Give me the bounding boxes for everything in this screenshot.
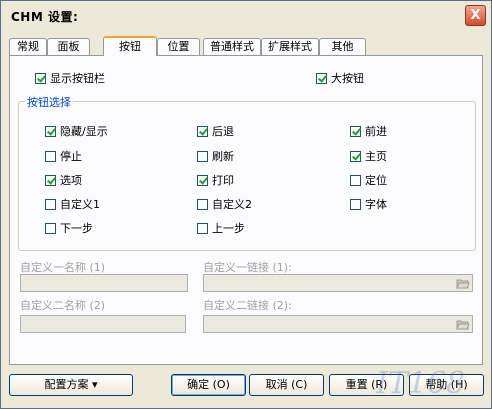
buttons-panel: 显示按钮栏 大按钮 按钮选择 隐藏/显示 后退 前进 停止 刷新 主页 选项 打… <box>9 55 483 365</box>
checkbox-empty-icon <box>45 198 56 210</box>
checkbox-checked-icon <box>316 72 327 84</box>
custom1-link-label: 自定义一链接 (1): <box>203 261 292 274</box>
btn-options-checkbox[interactable]: 选项 <box>45 173 82 187</box>
settings-dialog: CHM 设置: X 常规 面板 按钮 位置 普通样式 扩展样式 其他 显示按钮栏… <box>0 0 492 409</box>
ok-button[interactable]: 确定 (O) <box>171 374 246 396</box>
checkbox-empty-icon <box>45 222 56 234</box>
button-selection-group: 按钮选择 隐藏/显示 后退 前进 停止 刷新 主页 选项 打印 定位 自定义1 … <box>18 94 476 251</box>
btn-home-checkbox[interactable]: 主页 <box>350 149 387 163</box>
help-button[interactable]: 帮助 (H) <box>409 374 484 396</box>
checkbox-checked-icon <box>350 125 361 137</box>
btn-print-checkbox[interactable]: 打印 <box>197 173 234 187</box>
checkbox-label: 定位 <box>365 174 387 187</box>
btn-custom2-checkbox[interactable]: 自定义2 <box>197 197 252 211</box>
checkbox-label: 后退 <box>212 125 234 138</box>
show-toolbar-label: 显示按钮栏 <box>50 72 105 85</box>
checkbox-empty-icon <box>350 174 361 186</box>
btn-next-checkbox[interactable]: 下一步 <box>45 221 93 235</box>
reset-button[interactable]: 重置 (R) <box>329 374 404 396</box>
custom2-name-field[interactable] <box>20 315 186 333</box>
tab-position[interactable]: 位置 <box>157 38 200 55</box>
btn-locate-checkbox[interactable]: 定位 <box>350 173 387 187</box>
btn-refresh-checkbox[interactable]: 刷新 <box>197 149 234 163</box>
btn-hide-show-checkbox[interactable]: 隐藏/显示 <box>45 124 108 138</box>
checkbox-checked-icon <box>35 72 46 84</box>
btn-font-checkbox[interactable]: 字体 <box>350 197 387 211</box>
custom1-link-field[interactable] <box>203 274 473 292</box>
checkbox-label: 主页 <box>365 150 387 163</box>
cancel-button[interactable]: 取消 (C) <box>249 374 324 396</box>
checkbox-label: 下一步 <box>60 222 93 235</box>
checkbox-empty-icon <box>350 198 361 210</box>
checkbox-label: 字体 <box>365 198 387 211</box>
checkbox-label: 自定义2 <box>212 198 252 211</box>
checkbox-label: 选项 <box>60 174 82 187</box>
checkbox-label: 刷新 <box>212 150 234 163</box>
checkbox-label: 打印 <box>212 174 234 187</box>
checkbox-checked-icon <box>197 174 208 186</box>
folder-open-icon[interactable] <box>454 317 471 331</box>
custom1-name-field[interactable] <box>20 274 188 292</box>
checkbox-checked-icon <box>197 125 208 137</box>
group-title: 按钮选择 <box>25 94 73 110</box>
close-icon: X <box>470 8 481 23</box>
btn-custom1-checkbox[interactable]: 自定义1 <box>45 197 100 211</box>
custom2-link-label: 自定义二链接 (2): <box>203 299 292 312</box>
config-scheme-button[interactable]: 配置方案 ▾ <box>9 374 133 396</box>
checkbox-checked-icon <box>45 125 56 137</box>
tab-extended-style[interactable]: 扩展样式 <box>261 38 319 55</box>
show-toolbar-checkbox[interactable]: 显示按钮栏 <box>35 71 105 85</box>
btn-prev-checkbox[interactable]: 上一步 <box>197 221 245 235</box>
custom2-name-label: 自定义二名称 (2) <box>20 299 106 312</box>
tab-buttons[interactable]: 按钮 <box>103 36 157 56</box>
tab-normal-style[interactable]: 普通样式 <box>203 38 261 55</box>
tab-general[interactable]: 常规 <box>9 38 47 55</box>
close-button[interactable]: X <box>465 5 486 26</box>
checkbox-empty-icon <box>45 150 56 162</box>
checkbox-label: 停止 <box>60 150 82 163</box>
checkbox-label: 隐藏/显示 <box>60 125 108 138</box>
btn-back-checkbox[interactable]: 后退 <box>197 124 234 138</box>
checkbox-empty-icon <box>197 222 208 234</box>
btn-forward-checkbox[interactable]: 前进 <box>350 124 387 138</box>
tab-other[interactable]: 其他 <box>319 38 366 55</box>
large-buttons-label: 大按钮 <box>331 72 364 85</box>
custom1-name-label: 自定义一名称 (1) <box>20 261 106 274</box>
btn-stop-checkbox[interactable]: 停止 <box>45 149 82 163</box>
window-title: CHM 设置: <box>11 10 79 24</box>
checkbox-label: 自定义1 <box>60 198 100 211</box>
checkbox-label: 前进 <box>365 125 387 138</box>
checkbox-empty-icon <box>197 150 208 162</box>
checkbox-checked-icon <box>350 150 361 162</box>
tab-panel[interactable]: 面板 <box>47 38 90 55</box>
large-buttons-checkbox[interactable]: 大按钮 <box>316 71 364 85</box>
custom2-link-field[interactable] <box>203 315 473 333</box>
checkbox-empty-icon <box>197 198 208 210</box>
title-bar: CHM 设置: X <box>1 1 491 31</box>
checkbox-checked-icon <box>45 174 56 186</box>
checkbox-label: 上一步 <box>212 222 245 235</box>
folder-open-icon[interactable] <box>454 276 471 290</box>
